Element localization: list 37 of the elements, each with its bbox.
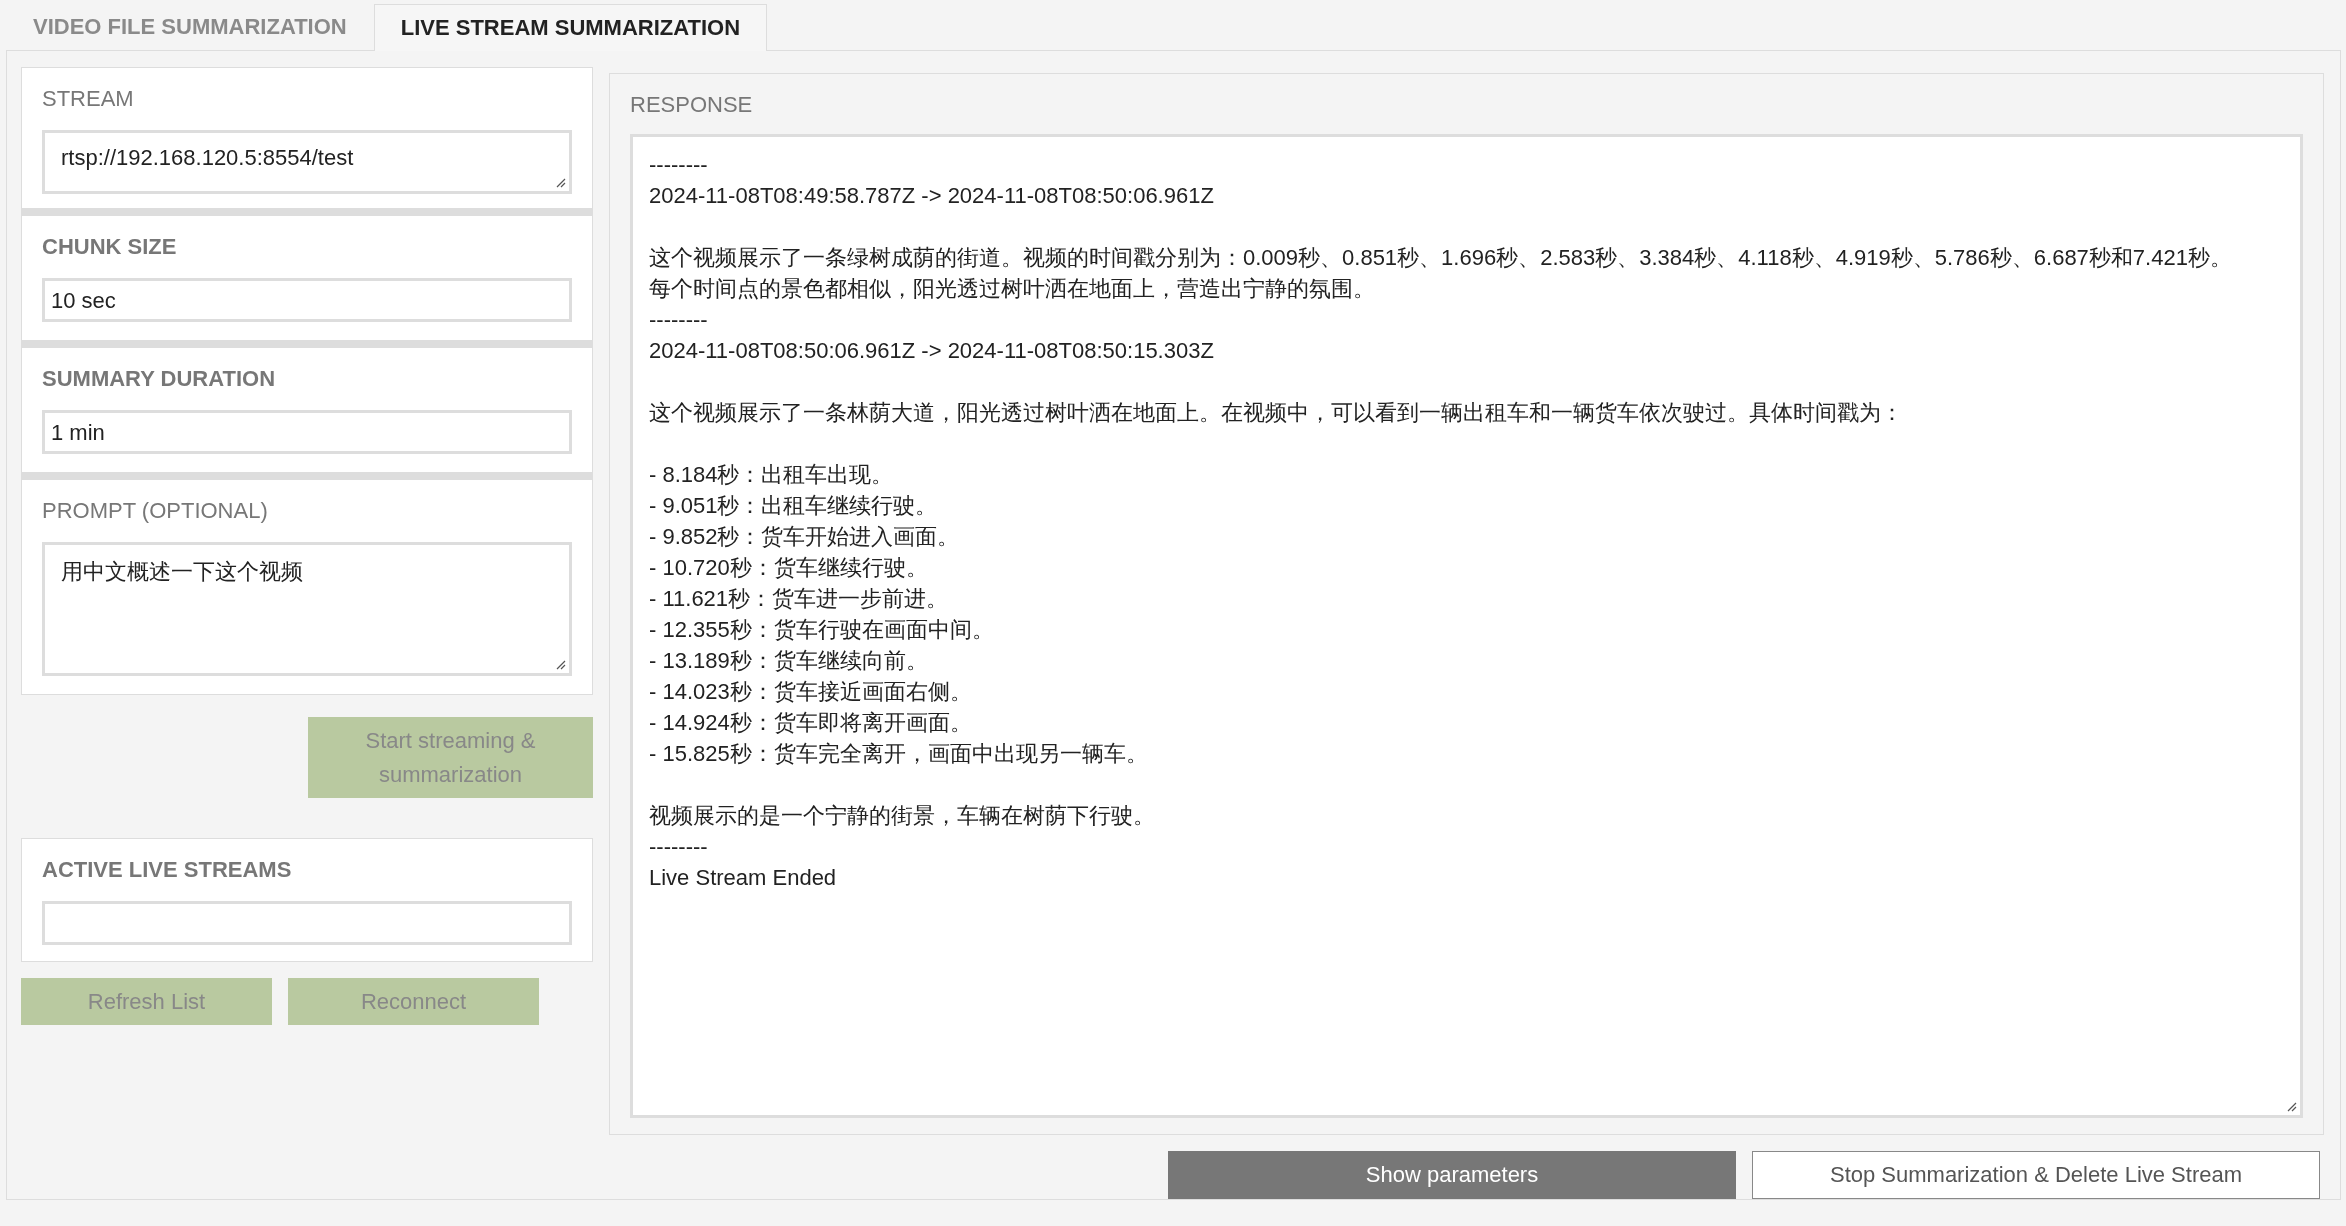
field-label: CHUNK SIZE [42, 234, 177, 260]
response-line: - 9.051秒：出租车继续行驶。 [649, 492, 938, 520]
text-area[interactable]: 用中文概述一下这个视频 [42, 542, 572, 676]
text-area[interactable]: rtsp://192.168.120.5:8554/test [42, 130, 572, 194]
response-line: - 8.184秒：出租车出现。 [649, 461, 894, 489]
resize-grip-icon[interactable] [554, 658, 566, 670]
response-line: 视频展示的是一个宁静的街景，车辆在树荫下行驶。 [649, 802, 1155, 830]
field-label: PROMPT (OPTIONAL) [42, 498, 268, 524]
resize-grip-icon[interactable] [2285, 1100, 2297, 1112]
action-button[interactable]: Stop Summarization & Delete Live Stream [1752, 1151, 2320, 1199]
input-field[interactable]: 1 min [42, 410, 572, 454]
response-line: -------- [649, 151, 708, 179]
field-label: SUMMARY DURATION [42, 366, 276, 392]
response-label: RESPONSE [630, 92, 753, 118]
response-line: - 10.720秒：货车继续行驶。 [649, 554, 928, 582]
response-line: Live Stream Ended [649, 864, 837, 892]
response-line: -------- [649, 306, 708, 334]
response-line: - 15.825秒：货车完全离开，画面中出现另一辆车。 [649, 740, 1148, 768]
resize-grip-icon[interactable] [554, 176, 566, 188]
input-field[interactable] [42, 901, 572, 945]
field-label: STREAM [42, 86, 134, 112]
response-line: - 11.621秒：货车进一步前进。 [649, 585, 949, 613]
response-line: - 14.023秒：货车接近画面右侧。 [649, 678, 972, 706]
input-field[interactable]: 10 sec [42, 278, 572, 322]
response-line: - 9.852秒：货车开始进入画面。 [649, 523, 960, 551]
response-line: 2024-11-08T08:49:58.787Z -> 2024-11-08T08:50:06.961Z [649, 182, 1214, 210]
action-button[interactable]: Show parameters [1168, 1151, 1736, 1199]
field-label: ACTIVE LIVE STREAMS [42, 857, 292, 883]
response-line: -------- [649, 833, 708, 861]
response-line: 这个视频展示了一条林荫大道，阳光透过树叶洒在地面上。在视频中，可以看到一辆出租车和一辆货车依次驶过。具体时间戳为： [649, 399, 1903, 427]
response-line: 这个视频展示了一条绿树成荫的街道。视频的时间戳分别为：0.009秒、0.851秒、1.696秒、2.583秒、3.384秒、4.118秒、4.919秒、5.786秒、6.687秒和7.421秒。 [649, 244, 2232, 272]
response-line: - 12.355秒：货车行驶在画面中间。 [649, 616, 994, 644]
response-line: 每个时间点的景色都相似，阳光透过树叶洒在地面上，营造出宁静的氛围。 [649, 275, 1375, 303]
tab[interactable]: LIVE STREAM SUMMARIZATION [373, 4, 768, 51]
response-line: - 14.924秒：货车即将离开画面。 [649, 709, 972, 737]
response-line: - 13.189秒：货车继续向前。 [649, 647, 928, 675]
response-line: 2024-11-08T08:50:06.961Z -> 2024-11-08T08:50:15.303Z [649, 337, 1214, 365]
